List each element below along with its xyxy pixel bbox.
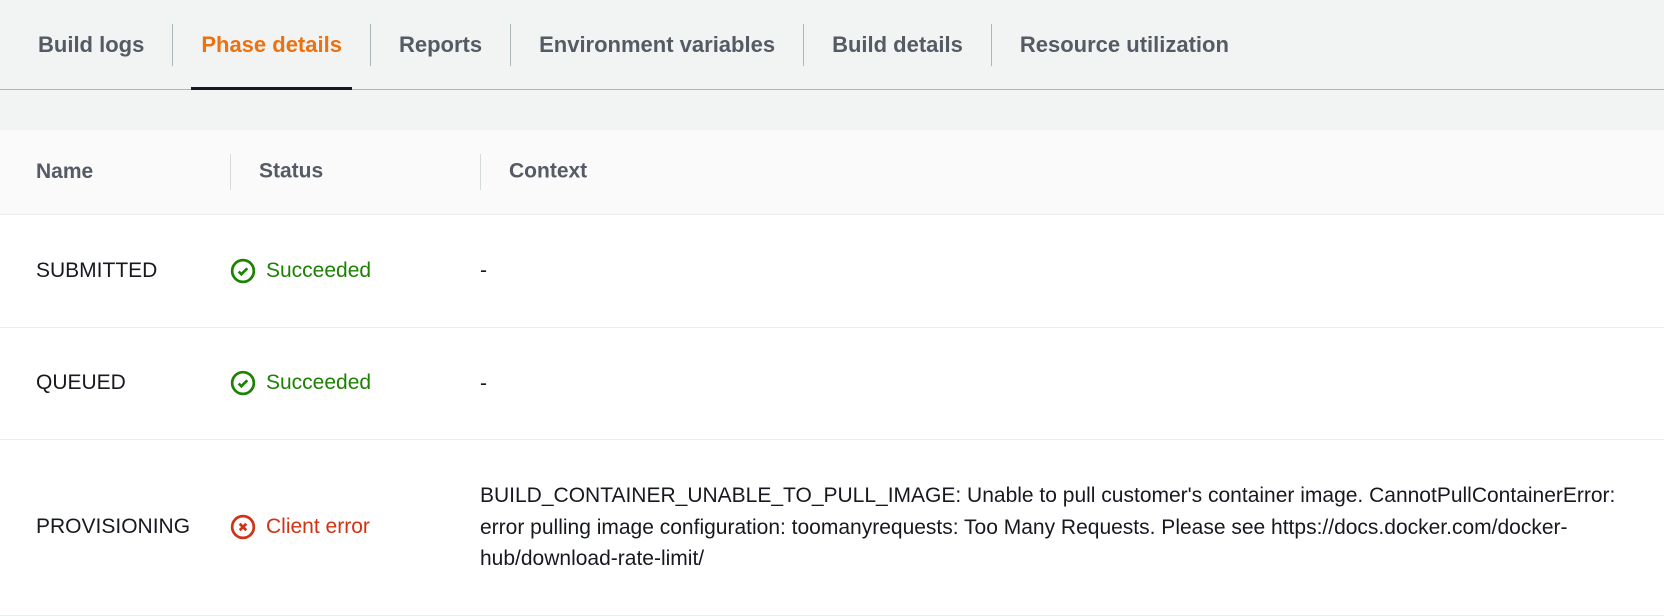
tab-resource-utilization[interactable]: Resource utilization <box>992 21 1257 69</box>
table-row: SUBMITTED Succeeded - <box>0 215 1664 328</box>
check-circle-icon <box>230 370 256 396</box>
status-badge: Client error <box>230 514 450 540</box>
table-body: SUBMITTED Succeeded - QUEUED <box>0 215 1664 616</box>
tab-label: Resource utilization <box>1020 32 1229 58</box>
phase-context: - <box>450 215 1664 328</box>
status-badge: Succeeded <box>230 370 450 396</box>
x-circle-icon <box>230 514 256 540</box>
tab-label: Phase details <box>201 32 342 58</box>
tab-environment-variables[interactable]: Environment variables <box>511 21 803 69</box>
tab-reports[interactable]: Reports <box>371 21 510 69</box>
column-header-context[interactable]: Context <box>450 130 1664 215</box>
column-header-name[interactable]: Name <box>0 130 230 215</box>
phases-table: Name Status Context SUBMITTED <box>0 130 1664 616</box>
status-label: Succeeded <box>266 371 371 395</box>
phase-context: - <box>450 327 1664 440</box>
phase-status-cell: Succeeded <box>230 215 450 328</box>
phase-status-cell: Succeeded <box>230 327 450 440</box>
check-circle-icon <box>230 258 256 284</box>
phase-name: QUEUED <box>0 327 230 440</box>
tab-build-details[interactable]: Build details <box>804 21 991 69</box>
status-badge: Succeeded <box>230 258 450 284</box>
content-area: Name Status Context SUBMITTED <box>0 90 1664 616</box>
phase-context: BUILD_CONTAINER_UNABLE_TO_PULL_IMAGE: Un… <box>450 440 1664 616</box>
tab-label: Environment variables <box>539 32 775 58</box>
phase-name: PROVISIONING <box>0 440 230 616</box>
header-divider <box>230 154 231 190</box>
header-label: Context <box>509 160 587 183</box>
tab-phase-details[interactable]: Phase details <box>173 21 370 69</box>
tab-label: Reports <box>399 32 482 58</box>
table-header: Name Status Context <box>0 130 1664 215</box>
header-label: Name <box>36 160 93 183</box>
phase-status-cell: Client error <box>230 440 450 616</box>
header-divider <box>480 154 481 190</box>
column-header-status[interactable]: Status <box>230 130 450 215</box>
status-label: Succeeded <box>266 259 371 283</box>
table-row: PROVISIONING Client error BUILD_CONTAINE… <box>0 440 1664 616</box>
tab-label: Build details <box>832 32 963 58</box>
status-label: Client error <box>266 515 370 539</box>
table-row: QUEUED Succeeded - <box>0 327 1664 440</box>
tab-build-logs[interactable]: Build logs <box>10 21 172 69</box>
phase-name: SUBMITTED <box>0 215 230 328</box>
header-label: Status <box>259 160 323 183</box>
tabs-bar: Build logs Phase details Reports Environ… <box>0 0 1664 90</box>
tab-label: Build logs <box>38 32 144 58</box>
